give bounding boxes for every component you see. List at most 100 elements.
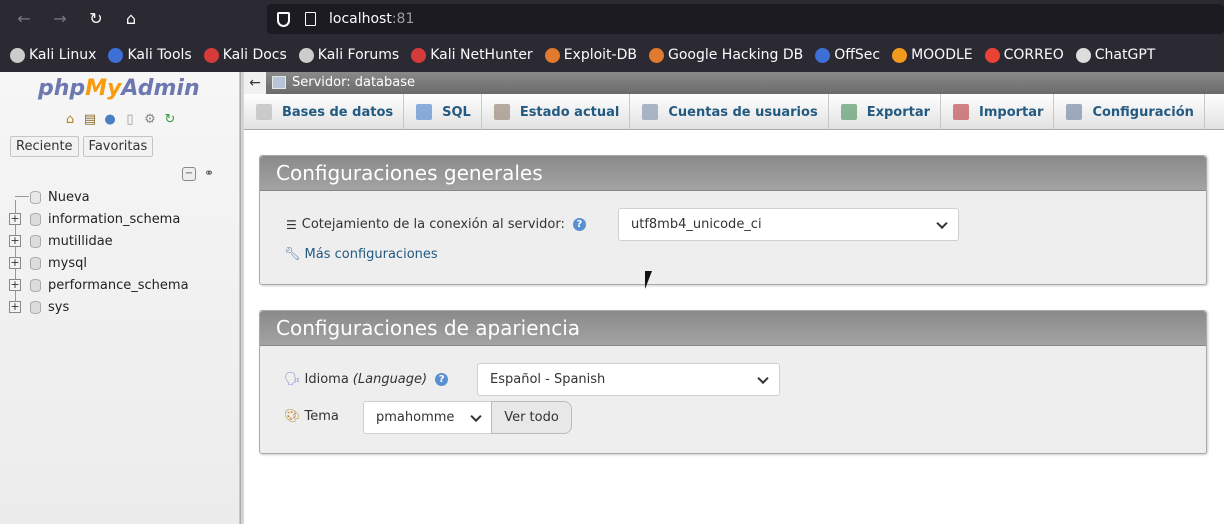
sidebar-tabs: Reciente Favoritas xyxy=(10,136,154,157)
collation-select[interactable]: utf8mb4_unicode_ci xyxy=(618,208,959,241)
tab-label: Exportar xyxy=(866,104,930,120)
refresh-icon[interactable]: ↻ xyxy=(162,112,178,128)
tree-item-database[interactable]: + information_schema xyxy=(0,208,240,230)
tab-import[interactable]: Importar xyxy=(941,94,1055,130)
sidebar-resizer[interactable] xyxy=(240,72,244,524)
tree-item-label: Nueva xyxy=(48,189,90,205)
bookmark-item[interactable]: Kali Linux xyxy=(10,47,96,63)
users-icon xyxy=(642,104,659,120)
back-icon[interactable]: ← xyxy=(13,8,35,30)
panel-title: Configuraciones generales xyxy=(260,156,1206,191)
bookmark-favicon-icon xyxy=(892,47,908,63)
collation-label: Cotejamiento de la conexión al servidor: xyxy=(301,217,565,232)
tab-label: Cuentas de usuarios xyxy=(668,104,818,120)
expand-icon[interactable]: + xyxy=(9,279,21,291)
wrench-icon: 🔧︎ xyxy=(284,247,301,262)
bookmark-label: Kali Forums xyxy=(317,47,400,63)
database-icon xyxy=(256,104,272,120)
bookmark-label: Kali NetHunter xyxy=(430,47,533,63)
collapse-sidebar-icon[interactable]: ← xyxy=(244,72,266,94)
tab-users[interactable]: Cuentas de usuarios xyxy=(630,94,829,130)
bookmark-item[interactable]: Exploit-DB xyxy=(544,47,637,63)
address-bar[interactable]: localhost:81 xyxy=(267,4,1224,34)
panel-title: Configuraciones de apariencia xyxy=(260,311,1206,346)
tree-item-new[interactable]: Nueva xyxy=(0,186,240,208)
tree-tools: − ⚭ xyxy=(182,167,216,181)
forward-icon[interactable]: → xyxy=(49,8,71,30)
tree-item-database[interactable]: + performance_schema xyxy=(0,274,240,296)
language-icon: 🗣︎ xyxy=(284,372,301,387)
database-icon xyxy=(30,301,41,314)
bookmark-item[interactable]: Kali Docs xyxy=(203,47,287,63)
tab-label: Configuración xyxy=(1092,104,1194,120)
bookmark-item[interactable]: Kali Tools xyxy=(108,47,192,63)
tab-recent[interactable]: Reciente xyxy=(10,136,79,157)
import-icon xyxy=(953,104,969,120)
bookmark-favicon-icon xyxy=(411,47,427,63)
bookmark-favicon-icon xyxy=(544,47,560,63)
bookmark-label: OffSec xyxy=(834,47,881,63)
tree-item-database[interactable]: + mysql xyxy=(0,252,240,274)
bookmark-item[interactable]: CORREO xyxy=(984,47,1064,63)
logout-icon[interactable]: ▤ xyxy=(82,112,98,128)
home-icon[interactable]: ⌂ xyxy=(120,8,142,30)
reload-icon[interactable]: ↻ xyxy=(85,8,107,30)
language-label: Idioma xyxy=(304,372,349,387)
tree-item-database[interactable]: + mutillidae xyxy=(0,230,240,252)
sql-icon xyxy=(416,104,433,120)
tree-item-label: performance_schema xyxy=(48,277,189,293)
language-hint: (Language) xyxy=(352,372,428,387)
expand-icon[interactable]: + xyxy=(9,301,21,313)
home-icon[interactable]: ⌂ xyxy=(62,112,78,128)
help-icon[interactable]: ● xyxy=(102,112,118,128)
docs-icon[interactable]: ▯ xyxy=(122,112,138,128)
tab-sql[interactable]: SQL xyxy=(404,94,482,130)
tab-export[interactable]: Exportar xyxy=(829,94,941,130)
tab-favorites[interactable]: Favoritas xyxy=(82,136,154,157)
status-icon xyxy=(493,104,510,120)
tab-database[interactable]: Bases de datos xyxy=(244,94,405,130)
database-tree: Nueva + information_schema + mutillidae + mysq… xyxy=(0,186,240,318)
help-icon[interactable]: ? xyxy=(435,373,449,386)
new-database-icon xyxy=(30,191,41,204)
mouse-cursor xyxy=(645,271,652,289)
collation-row: ☰ Cotejamiento de la conexión al servido… xyxy=(286,217,586,232)
bookmark-favicon-icon xyxy=(815,47,831,63)
bookmark-item[interactable]: ChatGPT xyxy=(1075,47,1156,63)
more-settings-row: 🔧︎ Más configuraciones xyxy=(284,247,438,262)
bookmark-item[interactable]: Kali NetHunter xyxy=(411,47,533,63)
expand-icon[interactable]: + xyxy=(9,235,21,247)
chevron-down-icon xyxy=(470,410,482,422)
expand-icon[interactable]: + xyxy=(9,213,21,225)
view-all-themes-button[interactable]: Ver todo xyxy=(491,401,572,434)
tree-connector xyxy=(15,196,29,197)
settings-icon[interactable]: ⚙ xyxy=(142,112,158,128)
collapse-all-icon[interactable]: − xyxy=(182,167,196,181)
bookmark-label: MOODLE xyxy=(911,47,973,63)
breadcrumb[interactable]: Servidor: database xyxy=(292,72,415,94)
language-select[interactable]: Español - Spanish xyxy=(477,363,780,396)
theme-select[interactable]: pmahomme xyxy=(363,401,493,434)
bookmark-label: ChatGPT xyxy=(1094,47,1156,63)
tab-status[interactable]: Estado actual xyxy=(482,94,631,130)
bookmark-label: Kali Docs xyxy=(222,47,287,63)
bookmark-item[interactable]: Kali Forums xyxy=(298,47,400,63)
tree-item-database[interactable]: + sys xyxy=(0,296,240,318)
bookmark-item[interactable]: Google Hacking DB xyxy=(648,47,803,63)
language-row: 🗣︎ Idioma (Language) ? xyxy=(284,372,449,387)
bookmark-item[interactable]: OffSec xyxy=(815,47,880,63)
link-icon[interactable]: ⚭ xyxy=(202,167,216,181)
help-icon[interactable]: ? xyxy=(572,218,586,231)
bookmark-favicon-icon xyxy=(648,47,664,63)
bookmark-favicon-icon xyxy=(203,47,219,63)
database-icon xyxy=(30,257,41,270)
tab-label: SQL xyxy=(442,104,471,120)
bookmark-favicon-icon xyxy=(108,47,124,63)
tab-label: Importar xyxy=(979,104,1044,120)
expand-icon[interactable]: + xyxy=(9,257,21,269)
bookmark-item[interactable]: MOODLE xyxy=(892,47,973,63)
tab-wrench[interactable]: Configuración xyxy=(1054,94,1205,130)
more-settings-link[interactable]: Más configuraciones xyxy=(305,247,438,262)
phpmyadmin-logo[interactable]: phpMyAdmin xyxy=(38,76,200,101)
bookmark-favicon-icon xyxy=(10,47,25,63)
